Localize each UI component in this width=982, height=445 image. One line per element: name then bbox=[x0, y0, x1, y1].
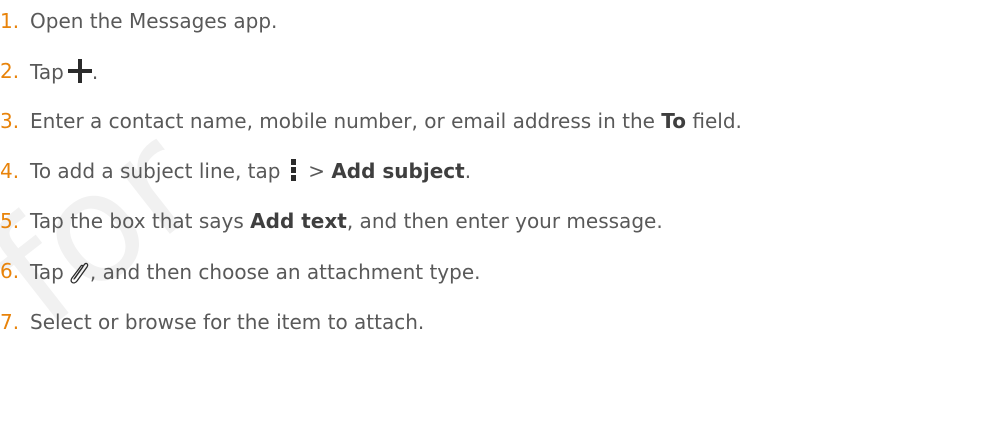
step-text-body: Select or browse for the item to attach. bbox=[30, 310, 425, 334]
plus-icon bbox=[67, 59, 92, 83]
step-text: Open the Messages app. bbox=[30, 9, 277, 33]
step-text-after: . bbox=[91, 60, 99, 84]
step-text-after: , and then choose an attachment type. bbox=[89, 260, 481, 284]
step-text: Tap the box that says Add text, and then… bbox=[30, 209, 663, 233]
step-text: Tap , and then choose an attachment type. bbox=[30, 259, 481, 285]
step-text-before: To add a subject line, tap bbox=[30, 159, 281, 183]
step-text-after: . bbox=[464, 159, 472, 183]
ui-term-add-text: Add text bbox=[250, 209, 347, 233]
step-text: To add a subject line, tap > Add subject… bbox=[30, 159, 471, 183]
step-text-before: Tap bbox=[30, 260, 64, 284]
step-text-after: field. bbox=[692, 109, 742, 133]
step-text: Enter a contact name, mobile number, or … bbox=[30, 109, 742, 133]
menu-separator: > bbox=[308, 159, 325, 183]
step-text-before: Enter a contact name, mobile number, or … bbox=[30, 109, 655, 133]
step-text: Select or browse for the item to attach. bbox=[30, 310, 424, 334]
ui-term-to: To bbox=[661, 109, 687, 133]
paperclip-icon bbox=[68, 259, 90, 285]
ui-term-add-subject: Add subject bbox=[331, 159, 465, 183]
step-text-body: Open the Messages app. bbox=[30, 9, 278, 33]
step-text-after: , and then enter your message. bbox=[346, 209, 663, 233]
step-text-before: Tap the box that says bbox=[30, 209, 244, 233]
step-text-before: Tap bbox=[30, 60, 64, 84]
step-text: Tap. bbox=[30, 59, 98, 84]
more-vertical-icon bbox=[290, 159, 296, 181]
